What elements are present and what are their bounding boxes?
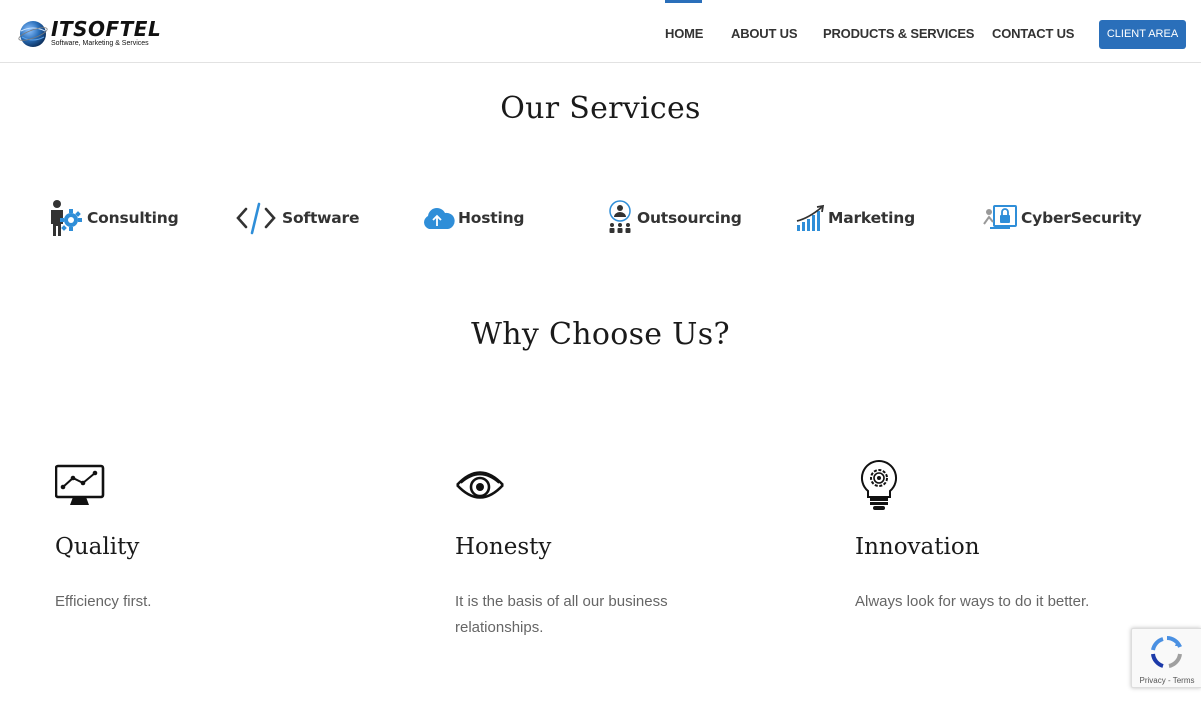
team-icon — [609, 200, 631, 233]
brand-logo[interactable]: ITSOFTEL Software, Marketing & Services — [18, 17, 168, 51]
service-hosting[interactable]: Hosting — [421, 198, 526, 240]
service-marketing-label: Marketing — [828, 209, 915, 227]
brand-name: ITSOFTEL — [51, 17, 162, 41]
feature-quality-title: Quality — [55, 534, 140, 560]
service-hosting-label: Hosting — [458, 209, 525, 227]
brand-tagline: Software, Marketing & Services — [51, 40, 149, 47]
service-consulting[interactable]: Consulting — [48, 198, 179, 240]
client-area-button[interactable]: CLIENT AREA — [1099, 20, 1186, 49]
feature-honesty-description: It is the basis of all our business rela… — [455, 593, 668, 636]
cloud-upload-icon — [424, 208, 455, 229]
site-header: ITSOFTEL Software, Marketing & Services … — [0, 0, 1201, 63]
lightbulb-gear-icon — [860, 460, 898, 510]
feature-honesty-title: Honesty — [455, 534, 552, 560]
feature-innovation-description: Always look for ways to do it better. — [855, 593, 1090, 610]
recaptcha-badge[interactable]: Privacy - Terms — [1131, 628, 1201, 688]
active-nav-indicator — [665, 0, 702, 3]
nav-about-us[interactable]: ABOUT US — [731, 26, 797, 42]
service-marketing[interactable]: Marketing — [795, 198, 915, 240]
nav-contact-us[interactable]: CONTACT US — [992, 26, 1074, 42]
why-choose-us-heading: Why Choose Us? — [471, 317, 730, 352]
monitor-chart-icon — [55, 464, 105, 505]
nav-home[interactable]: HOME — [665, 26, 703, 42]
feature-quality-description: Efficiency first. — [55, 593, 152, 610]
service-software[interactable]: Software — [235, 198, 360, 240]
recaptcha-icon — [1151, 636, 1182, 668]
service-cybersecurity-label: CyberSecurity — [1021, 209, 1142, 227]
growth-chart-icon — [796, 204, 825, 231]
globe-logo-icon — [18, 21, 48, 47]
nav-products-services[interactable]: PRODUCTS & SERVICES — [823, 26, 974, 42]
service-outsourcing[interactable]: Outsourcing — [607, 198, 742, 240]
feature-innovation-title: Innovation — [855, 534, 980, 560]
service-software-label: Software — [282, 209, 360, 227]
recaptcha-privacy-terms-link[interactable]: Privacy - Terms — [1132, 676, 1201, 685]
consulting-icon — [51, 200, 82, 236]
service-outsourcing-label: Outsourcing — [637, 209, 742, 227]
service-consulting-label: Consulting — [87, 209, 179, 227]
services-heading: Our Services — [500, 91, 701, 126]
lock-screen-icon — [983, 205, 1017, 229]
code-icon — [236, 202, 276, 235]
eye-icon — [456, 471, 504, 499]
service-cybersecurity[interactable]: CyberSecurity — [981, 198, 1142, 240]
